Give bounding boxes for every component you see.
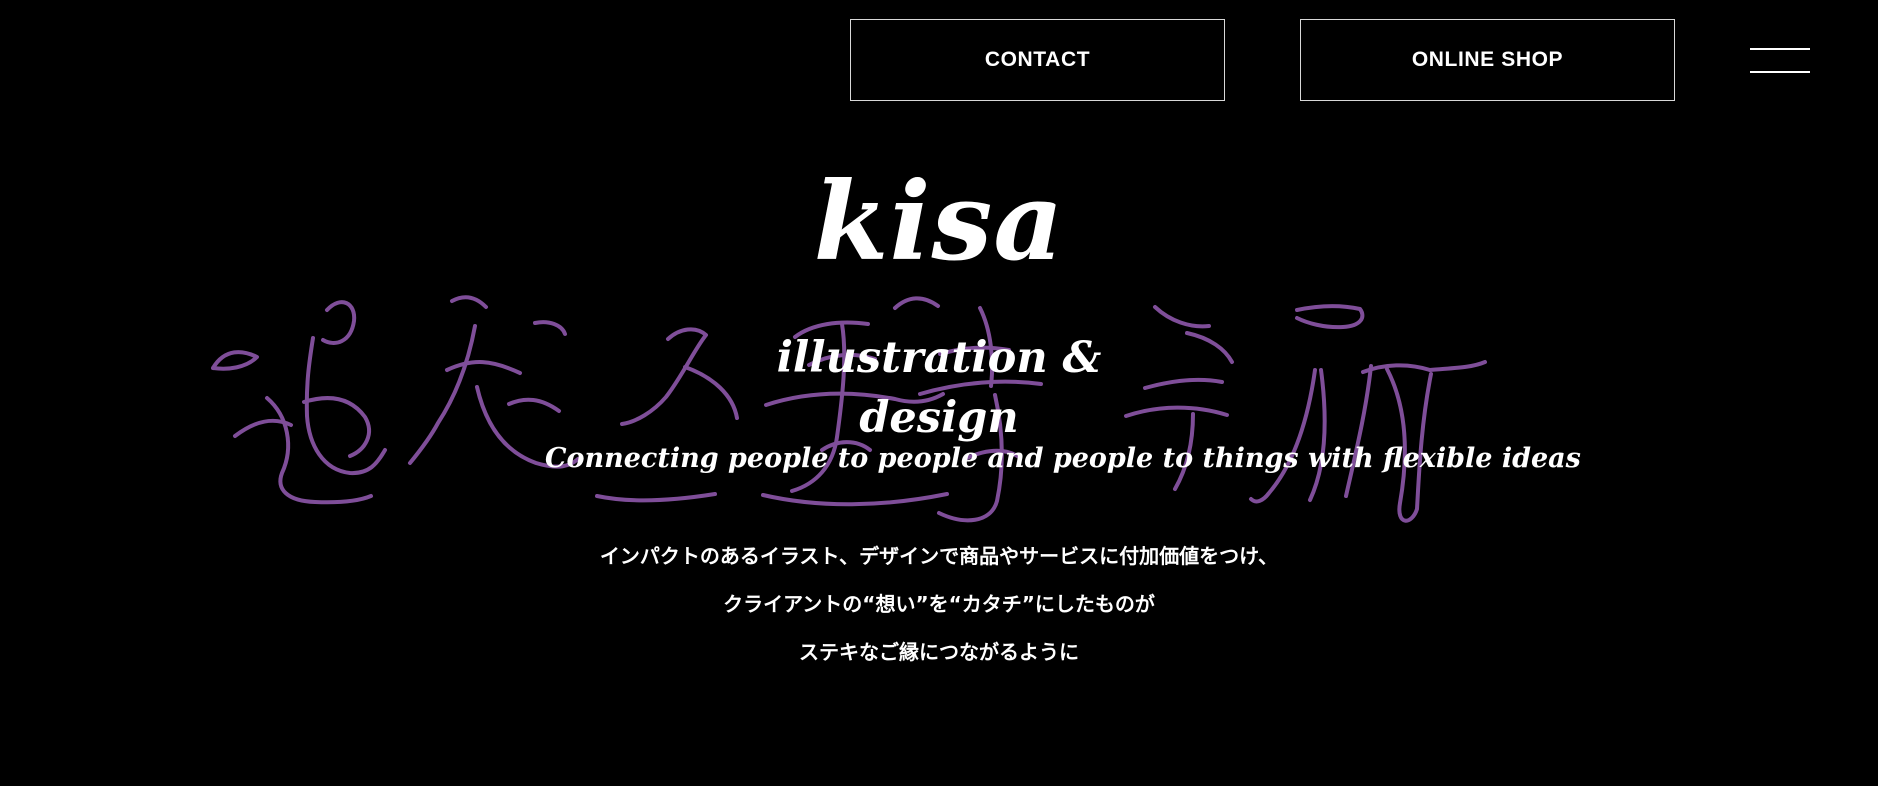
brand-subtitle: illustration & design — [776, 333, 1102, 443]
menu-icon-bottom-line — [1750, 71, 1810, 73]
brand-name: kisa — [813, 159, 1065, 285]
copy-line: ステキなご縁につながるように — [799, 640, 1079, 664]
online-shop-button[interactable]: ONLINE SHOP — [1300, 19, 1675, 101]
hero-section: kisa illustration & design Connecting pe… — [0, 0, 1878, 786]
tagline: Connecting people to people and people t… — [545, 443, 1581, 474]
hand-drawn-lettering-graphic — [211, 295, 1487, 523]
menu-icon-top-line — [1750, 48, 1810, 50]
japanese-copy: インパクトのあるイラスト、デザインで商品やサービスに付加価値をつけ、 クライアン… — [560, 536, 1318, 680]
copy-line: クライアントの“想い”を“カタチ”にしたものが — [723, 592, 1155, 616]
copy-line: インパクトのあるイラスト、デザインで商品やサービスに付加価値をつけ、 — [599, 544, 1279, 568]
contact-button[interactable]: CONTACT — [850, 19, 1225, 101]
menu-button[interactable] — [1750, 48, 1810, 74]
